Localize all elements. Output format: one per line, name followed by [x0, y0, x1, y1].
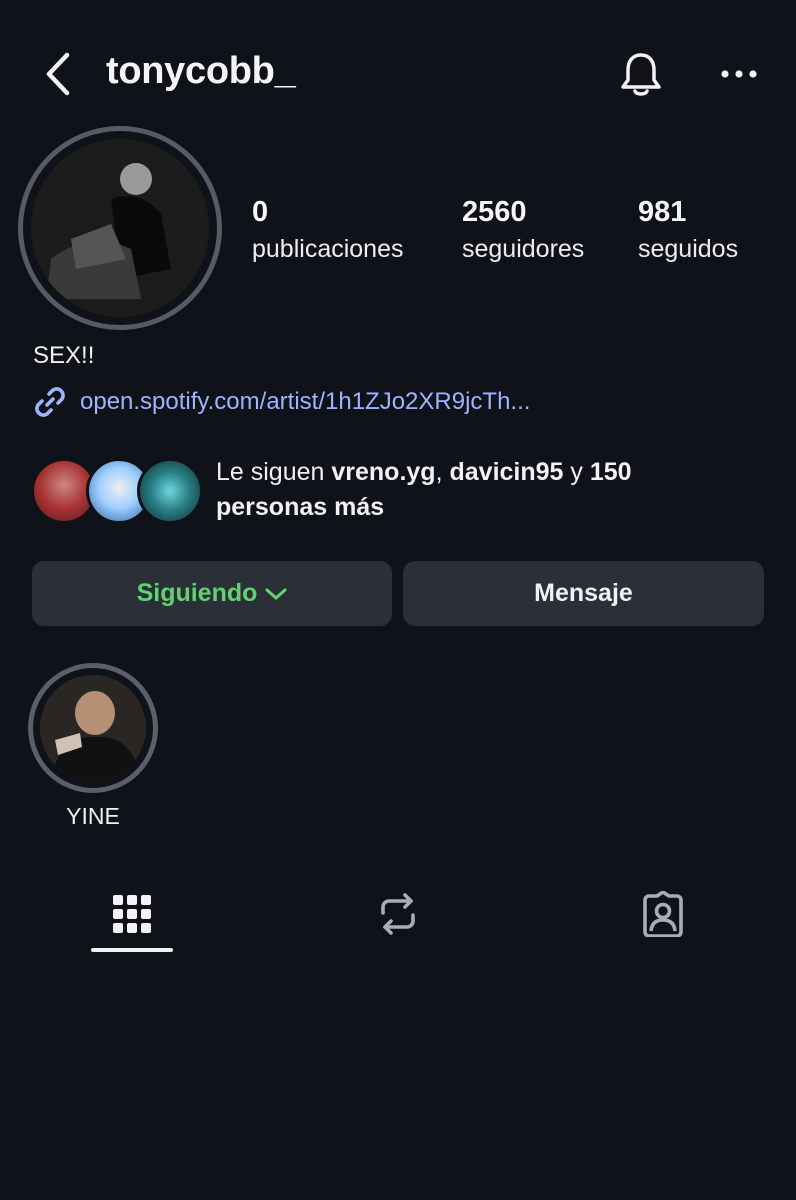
avatar — [137, 458, 203, 524]
mutual-followers-text[interactable]: Le siguen vreno.yg, davicin95 y 150 pers… — [216, 455, 736, 525]
notifications-button[interactable] — [612, 44, 670, 104]
stat-following[interactable]: 981 seguidos — [638, 196, 738, 264]
mutual-user-2: davicin95 — [449, 458, 564, 486]
grid-icon — [113, 895, 151, 933]
mutual-separator: , — [435, 458, 450, 486]
chevron-left-icon — [46, 52, 70, 96]
posts-count: 0 — [252, 196, 269, 228]
mutual-prefix: Le siguen — [216, 458, 332, 486]
posts-label: publicaciones — [252, 235, 404, 263]
following-count: 981 — [638, 196, 687, 228]
followers-label: seguidores — [462, 235, 585, 263]
more-horizontal-icon — [721, 70, 757, 78]
profile-username: tonycobb_ — [106, 50, 296, 92]
following-button[interactable]: Siguiendo — [32, 561, 392, 626]
tab-posts-grid[interactable] — [91, 878, 173, 950]
chevron-down-icon — [265, 588, 287, 599]
bio-link-text: open.spotify.com/artist/1h1ZJo2XR9jcTh..… — [80, 388, 531, 415]
tagged-person-icon — [643, 891, 683, 937]
more-options-button[interactable] — [712, 48, 766, 100]
highlight-label: YINE — [66, 803, 120, 829]
mutual-user-1: vreno.yg — [331, 458, 436, 486]
repost-icon — [381, 893, 415, 935]
message-button[interactable]: Mensaje — [403, 561, 764, 626]
profile-avatar-ring[interactable] — [18, 126, 222, 330]
stat-posts[interactable]: 0 publicaciones — [252, 196, 404, 264]
story-highlight[interactable]: YINE — [28, 663, 158, 830]
link-icon — [35, 387, 65, 417]
bio-link[interactable]: open.spotify.com/artist/1h1ZJo2XR9jcTh..… — [32, 384, 530, 420]
stat-followers[interactable]: 2560 seguidores — [462, 196, 584, 264]
tab-reposts[interactable] — [357, 878, 439, 950]
mutual-followers-avatars[interactable] — [31, 456, 203, 526]
mutual-and: y — [563, 458, 590, 486]
followers-count: 2560 — [462, 196, 527, 228]
avatar — [31, 139, 209, 317]
following-label: Siguiendo — [136, 579, 258, 607]
tab-tagged[interactable] — [622, 878, 704, 950]
back-button[interactable] — [36, 48, 80, 100]
highlight-ring — [28, 663, 158, 793]
profile-bio: SEX!! — [33, 342, 95, 369]
highlight-cover — [40, 675, 146, 781]
bell-icon — [621, 53, 661, 96]
following-label: seguidos — [638, 235, 739, 263]
active-tab-indicator — [91, 948, 173, 952]
